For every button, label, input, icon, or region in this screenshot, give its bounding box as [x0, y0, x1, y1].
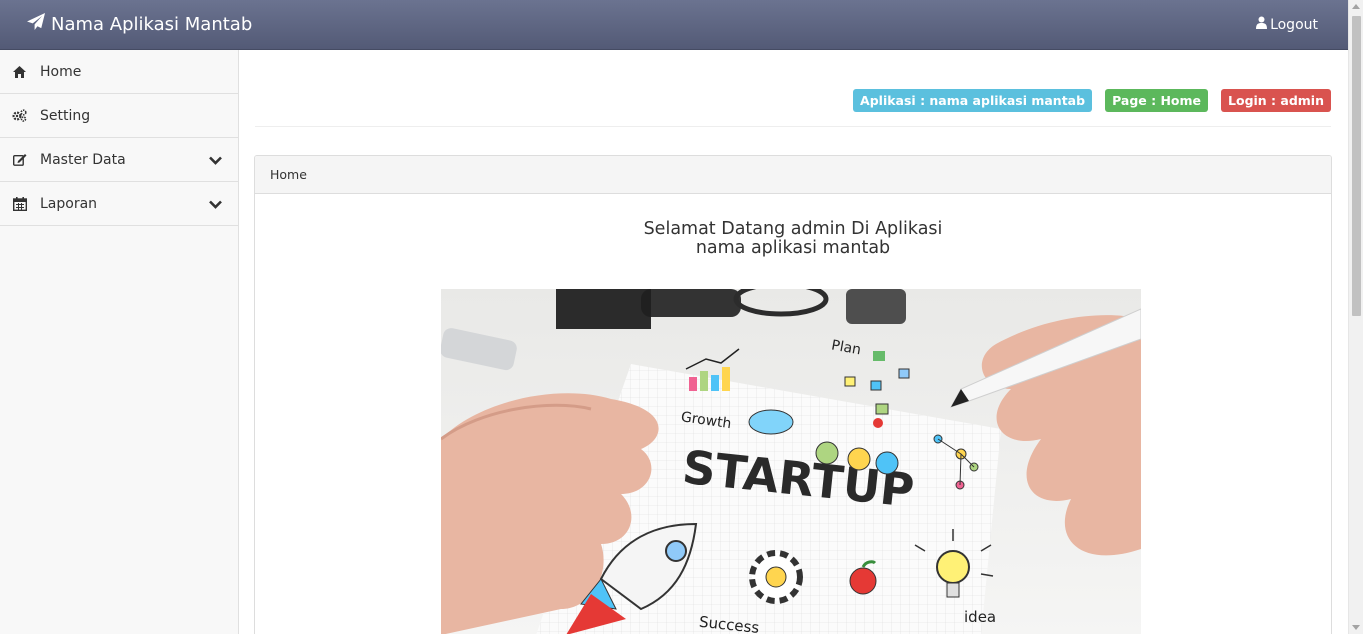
sidebar-item-label: Setting — [40, 107, 91, 124]
sidebar-item-label: Home — [40, 63, 82, 80]
page-scrollbar[interactable] — [1348, 0, 1363, 634]
chevron-down-icon — [209, 197, 222, 213]
chevron-down-icon — [209, 153, 222, 169]
page-badge: Page : Home — [1105, 89, 1209, 112]
sidebar-item-setting[interactable]: Setting — [0, 94, 238, 138]
gears-icon — [12, 108, 27, 123]
startup-hero-image: STARTUP Growth Plan Success idea — [441, 289, 1141, 634]
sidebar-item-label: Laporan — [40, 195, 98, 212]
sidebar-item-laporan[interactable]: Laporan — [0, 182, 238, 226]
logout-label: Logout — [1270, 16, 1318, 33]
info-badges: Aplikasi : nama aplikasi mantab Page : H… — [853, 89, 1331, 112]
paper-plane-icon — [27, 13, 51, 36]
home-icon — [12, 64, 27, 79]
welcome-message: Selamat Datang admin Di Aplikasi nama ap… — [255, 220, 1331, 258]
app-brand-link[interactable]: Nama Aplikasi Mantab — [27, 13, 252, 36]
calendar-icon — [12, 196, 27, 211]
sidebar-item-master-data[interactable]: Master Data — [0, 138, 238, 182]
welcome-line-1: Selamat Datang admin Di Aplikasi — [643, 219, 943, 239]
panel-heading: Home — [255, 156, 1331, 194]
header-divider — [255, 126, 1331, 127]
edit-icon — [12, 152, 27, 167]
content-panel: Home Selamat Datang admin Di Aplikasi na… — [254, 155, 1332, 634]
user-icon — [1256, 16, 1270, 33]
app-title: Nama Aplikasi Mantab — [51, 14, 253, 35]
login-badge: Login : admin — [1221, 89, 1331, 112]
welcome-line-2: nama aplikasi mantab — [695, 238, 891, 258]
logout-button[interactable]: Logout — [1256, 16, 1318, 33]
app-badge: Aplikasi : nama aplikasi mantab — [853, 89, 1093, 112]
sidebar-item-home[interactable]: Home — [0, 50, 238, 94]
sidebar-item-label: Master Data — [40, 151, 126, 168]
scroll-down-arrow-icon[interactable] — [1352, 625, 1360, 630]
top-navbar: Nama Aplikasi Mantab Logout — [0, 0, 1348, 50]
hero-text-idea: idea — [964, 608, 996, 626]
scroll-up-arrow-icon[interactable] — [1352, 4, 1360, 9]
sidebar: Home Setting Master Data Laporan — [0, 50, 239, 634]
scrollbar-thumb[interactable] — [1352, 16, 1361, 316]
